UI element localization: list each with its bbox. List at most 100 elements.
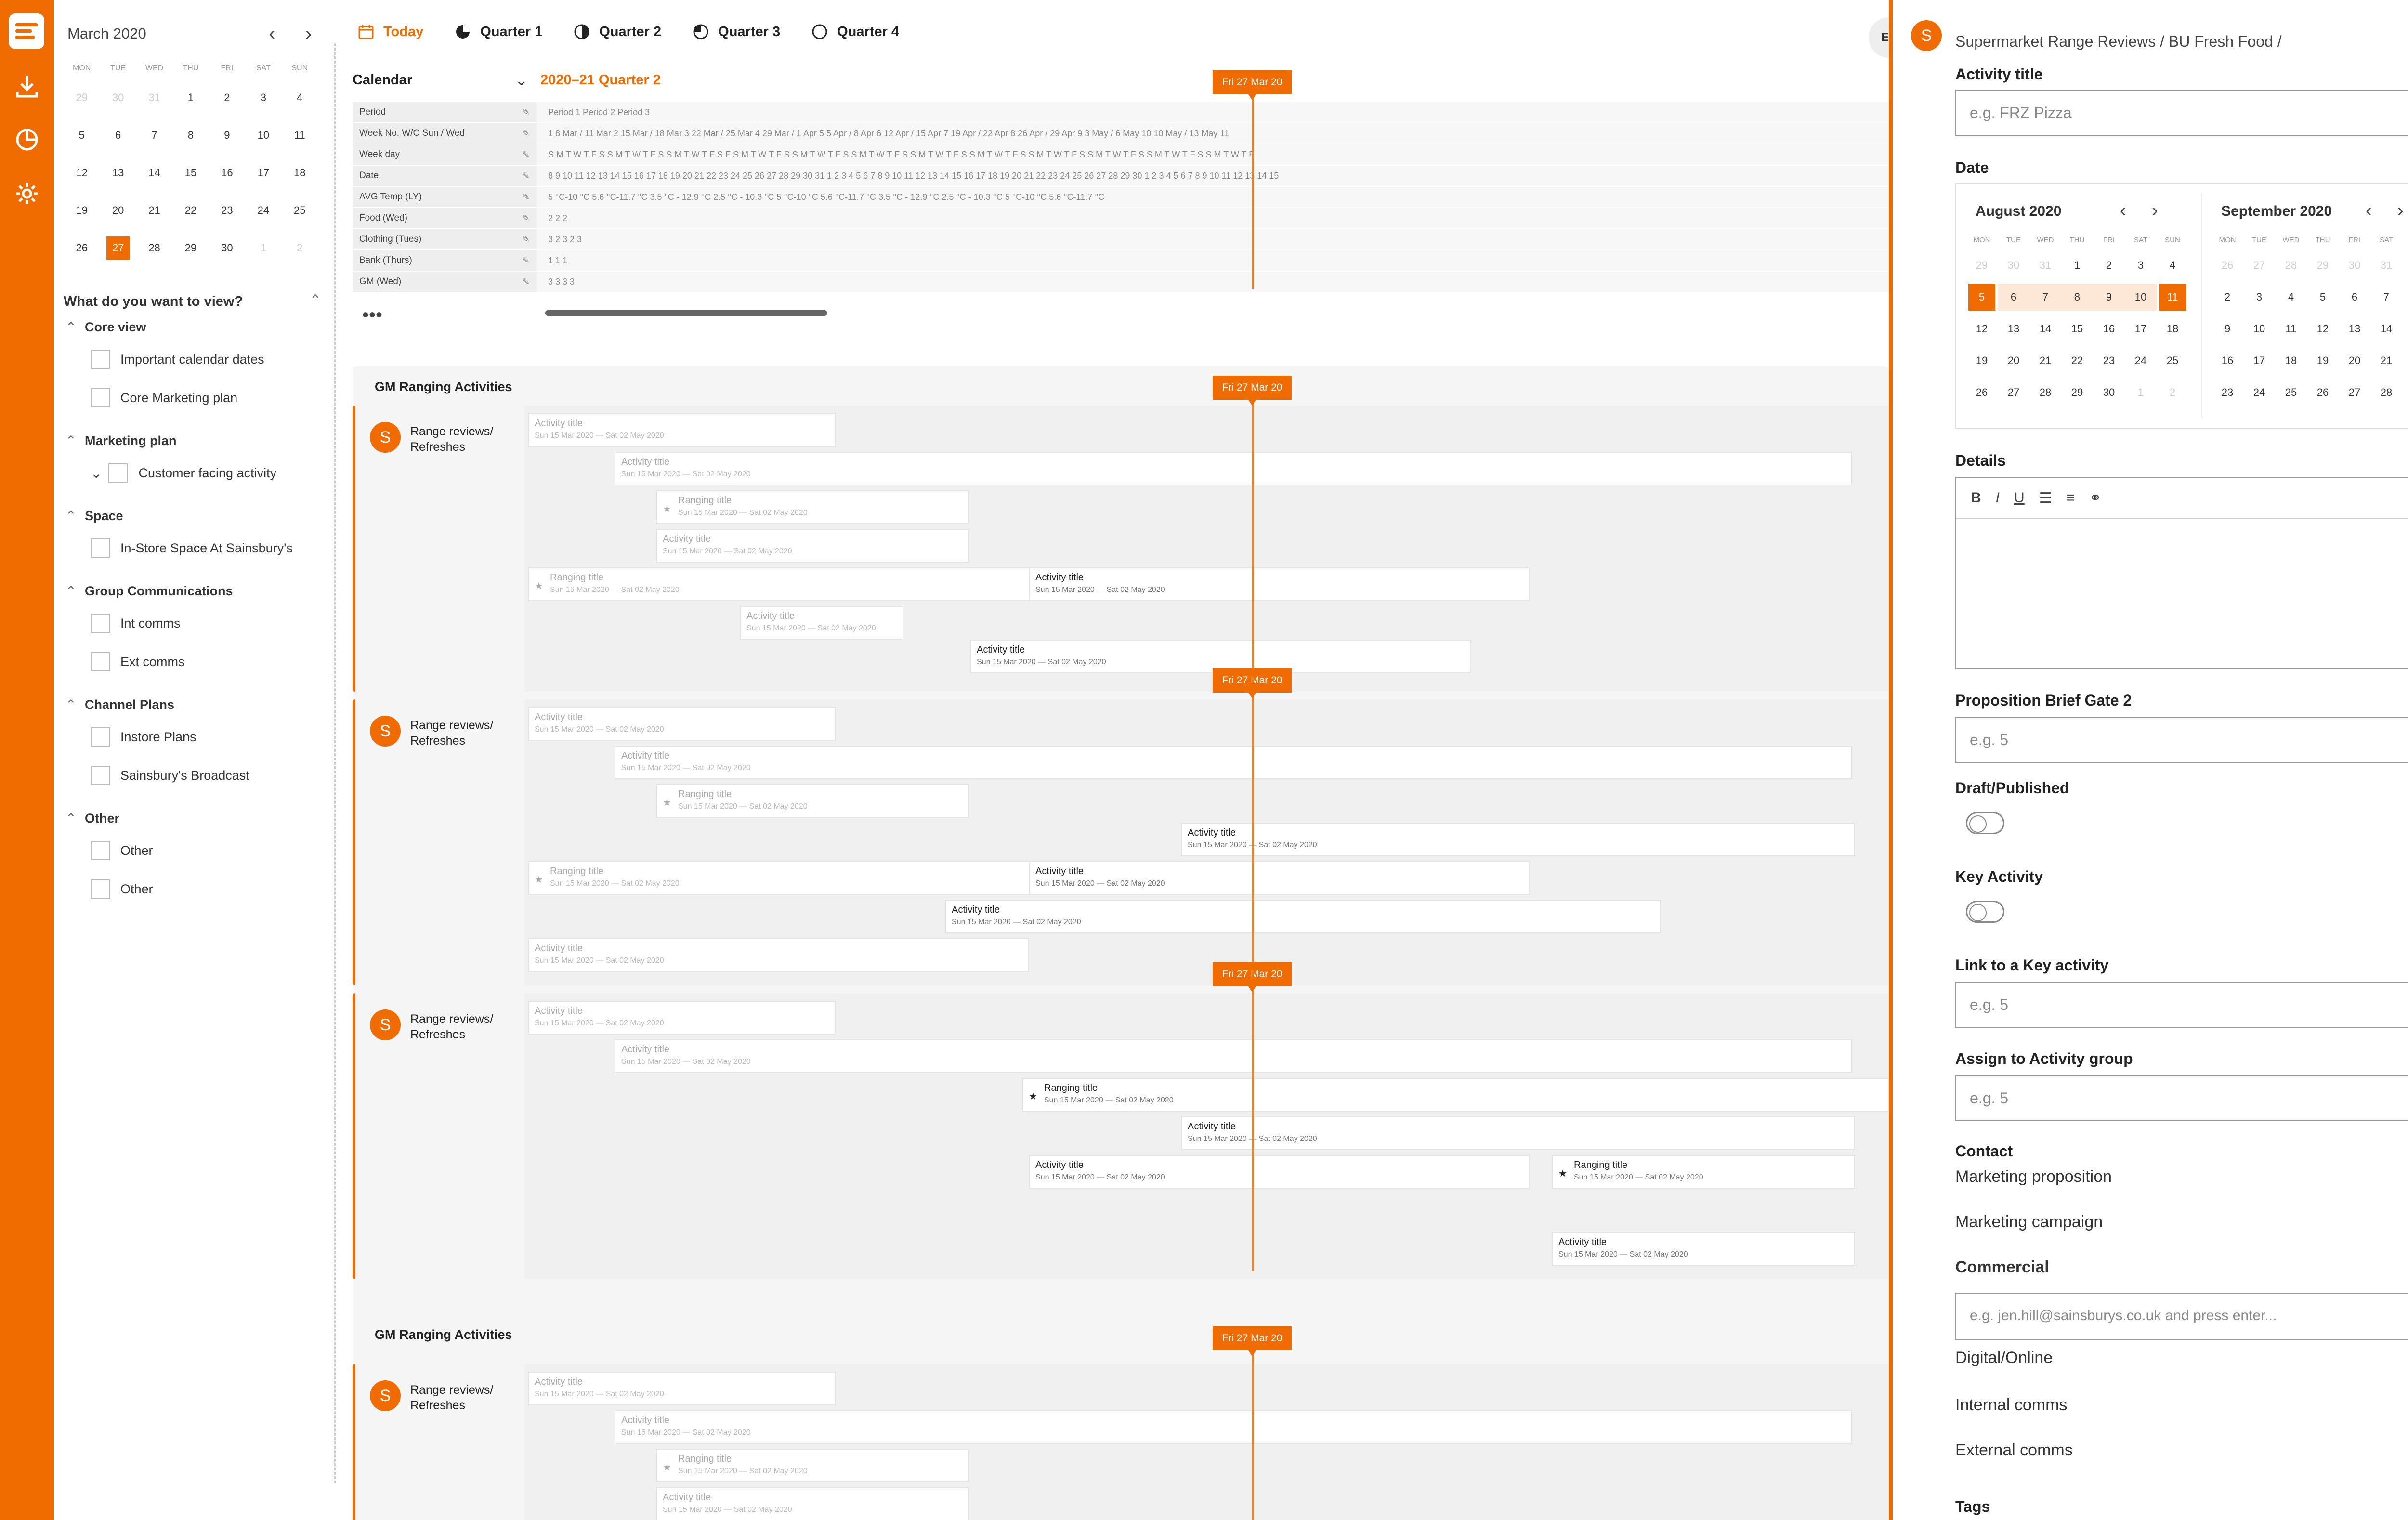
pin-icon[interactable]: ✎ <box>523 208 530 228</box>
activity-bar[interactable]: Activity title Sun 15 Mar 2020 — Sat 02 M… <box>1029 567 1530 601</box>
day-cell[interactable]: 25 <box>282 204 318 217</box>
day-cell[interactable]: 30 <box>1998 259 2029 272</box>
ranging-bar[interactable]: ★ Ranging title Sun 15 Mar 2020 — Sat 02 M… <box>528 567 1032 601</box>
gear-icon[interactable] <box>13 180 40 207</box>
day-cell[interactable]: 21 <box>136 204 172 217</box>
view-group-header[interactable]: ⌃ Group Communications <box>65 584 233 599</box>
day-cell[interactable]: 19 <box>64 204 100 217</box>
day-cell[interactable]: 10 <box>245 129 281 142</box>
day-cell[interactable]: 29 <box>64 92 100 104</box>
draft-toggle[interactable] <box>1966 812 2004 834</box>
ranging-bar[interactable]: ★ Ranging title Sun 15 Mar 2020 — Sat 02 M… <box>656 784 969 818</box>
day-cell[interactable]: 28 <box>2370 386 2402 399</box>
day-cell[interactable]: 1 <box>2061 259 2093 272</box>
link-key-input[interactable]: e.g. 5 <box>1955 982 2408 1028</box>
user-avatar[interactable]: ES <box>1869 17 1889 58</box>
day-cell[interactable]: 10 <box>2243 323 2275 335</box>
day-cell[interactable]: 6 <box>1998 284 2029 311</box>
checkbox[interactable] <box>91 879 110 899</box>
ranging-bar[interactable]: ★ Ranging title Sun 15 Mar 2020 — Sat 02 M… <box>656 1449 969 1482</box>
day-cell[interactable]: 18 <box>2275 354 2307 367</box>
pin-icon[interactable]: ✎ <box>523 102 530 122</box>
activity-bar[interactable]: Activity title Sun 15 Mar 2020 — Sat 02 M… <box>528 1372 836 1405</box>
menu-icon[interactable] <box>9 13 44 49</box>
contact-internal-comms[interactable]: Internal comms+ <box>1955 1396 2408 1415</box>
day-cell[interactable]: 13 <box>2339 323 2370 335</box>
pin-icon[interactable]: ✎ <box>523 123 530 144</box>
day-cell[interactable]: 28 <box>2029 386 2061 399</box>
view-option[interactable]: Sainsbury's Broadcast <box>91 766 249 785</box>
list-bullet-icon[interactable]: ≡ <box>2067 490 2075 506</box>
day-cell[interactable]: 20 <box>100 204 136 217</box>
day-cell[interactable]: 15 <box>2402 323 2408 335</box>
day-cell[interactable]: 7 <box>136 129 172 142</box>
activity-bar[interactable]: Activity title Sun 15 Mar 2020 — Sat 02 M… <box>615 452 1852 485</box>
day-cell[interactable]: 30 <box>2093 386 2125 399</box>
day-cell[interactable]: 21 <box>2029 354 2061 367</box>
proposition-input[interactable]: e.g. 5 <box>1955 717 2408 763</box>
activity-bar[interactable]: Activity title Sun 15 Mar 2020 — Sat 02 M… <box>528 413 836 447</box>
activity-bar[interactable]: Activity title Sun 15 Mar 2020 — Sat 02 M… <box>528 707 836 741</box>
pin-icon[interactable]: ✎ <box>523 229 530 249</box>
checkbox[interactable] <box>91 727 110 747</box>
prev-month-icon[interactable]: ‹ <box>2366 200 2372 221</box>
day-cell[interactable]: 17 <box>2243 354 2275 367</box>
day-cell[interactable]: 27 <box>100 236 136 260</box>
commercial-email-input[interactable]: e.g. jen.hill@sainsburys.co.uk and press… <box>1955 1293 2408 1340</box>
prev-month-icon[interactable]: ‹ <box>269 23 275 45</box>
pin-icon[interactable]: ✎ <box>523 250 530 271</box>
day-cell[interactable]: 29 <box>1966 259 1998 272</box>
day-cell[interactable]: 25 <box>2275 386 2307 399</box>
day-cell[interactable]: 11 <box>2275 323 2307 335</box>
day-cell[interactable]: 2 <box>2212 291 2243 303</box>
pin-icon[interactable]: ✎ <box>523 272 530 292</box>
pin-icon[interactable]: ✎ <box>523 166 530 186</box>
ranging-bar[interactable]: ★ Ranging title Sun 15 Mar 2020 — Sat 02 M… <box>1552 1155 1855 1189</box>
next-month-icon[interactable]: › <box>305 23 312 45</box>
view-option[interactable]: Important calendar dates <box>91 350 264 369</box>
activity-bar[interactable]: Activity title Sun 15 Mar 2020 — Sat 02 M… <box>945 900 1661 933</box>
day-cell[interactable]: 9 <box>2212 323 2243 335</box>
checkbox[interactable] <box>108 463 128 483</box>
day-cell[interactable]: 8 <box>2061 284 2093 311</box>
day-cell[interactable]: 17 <box>2125 323 2157 335</box>
activity-title-input[interactable]: e.g. FRZ Pizza <box>1955 90 2408 136</box>
day-cell[interactable]: 23 <box>2212 386 2243 399</box>
activity-bar[interactable]: Activity title Sun 15 Mar 2020 — Sat 02 M… <box>615 746 1852 779</box>
day-cell[interactable]: 24 <box>2243 386 2275 399</box>
day-cell[interactable]: 18 <box>282 167 318 179</box>
checkbox[interactable] <box>91 652 110 671</box>
view-group-header[interactable]: ⌃ Space <box>65 509 123 524</box>
link-icon[interactable]: ⚭ <box>2089 490 2101 507</box>
day-cell[interactable]: 6 <box>100 129 136 142</box>
chevron-up-icon[interactable]: ⌃ <box>65 320 85 335</box>
day-cell[interactable]: 30 <box>100 92 136 104</box>
activity-bar[interactable]: Activity title Sun 15 Mar 2020 — Sat 02 M… <box>740 606 903 640</box>
ranging-bar[interactable]: ★ Ranging title Sun 15 Mar 2020 — Sat 02 M… <box>656 490 969 524</box>
day-cell[interactable]: 21 <box>2370 354 2402 367</box>
day-cell[interactable]: 17 <box>245 167 281 179</box>
day-cell[interactable]: 10 <box>2125 284 2157 311</box>
day-cell[interactable]: 3 <box>245 92 281 104</box>
key-activity-toggle[interactable] <box>1966 901 2004 923</box>
day-cell[interactable]: 27 <box>2243 259 2275 272</box>
quarter-label[interactable]: 2020–21 Quarter 2 <box>540 72 661 88</box>
chevron-up-icon[interactable]: ⌃ <box>65 509 85 524</box>
day-cell[interactable]: 2 <box>209 92 245 104</box>
day-cell[interactable]: 1 <box>2402 259 2408 272</box>
next-month-icon[interactable]: › <box>2397 200 2404 221</box>
day-cell[interactable]: 3 <box>2125 259 2157 272</box>
day-cell[interactable]: 31 <box>2370 259 2402 272</box>
view-group-header[interactable]: ⌃ Core view <box>65 320 146 335</box>
day-cell[interactable]: 7 <box>2029 284 2061 311</box>
view-option[interactable]: Int comms <box>91 614 181 633</box>
chevron-up-icon[interactable]: ⌃ <box>309 292 321 309</box>
day-cell[interactable]: 9 <box>2093 284 2125 311</box>
day-cell[interactable]: 31 <box>2029 259 2061 272</box>
day-cell[interactable]: 16 <box>2212 354 2243 367</box>
day-cell[interactable]: 8 <box>172 129 209 142</box>
day-cell[interactable]: 2 <box>2157 386 2188 399</box>
day-cell[interactable]: 11 <box>2157 284 2188 311</box>
day-cell[interactable]: 29 <box>2402 386 2408 399</box>
day-cell[interactable]: 1 <box>2125 386 2157 399</box>
